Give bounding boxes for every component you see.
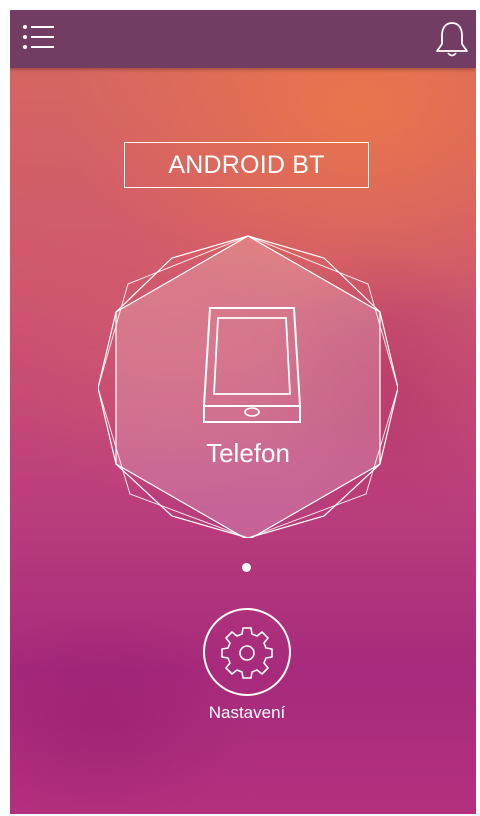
app-screen: ANDROID BT Telefon Nastavení [10, 10, 476, 814]
app-title: ANDROID BT [124, 142, 369, 188]
list-menu-icon [23, 25, 54, 49]
bell-icon [436, 22, 468, 57]
menu-button[interactable] [20, 21, 58, 57]
settings-button[interactable]: Nastavení [192, 608, 302, 728]
notifications-button[interactable] [434, 19, 470, 59]
top-app-bar [10, 10, 476, 68]
smartphone-icon [202, 307, 302, 423]
page-indicator-dot [242, 563, 251, 572]
gear-icon [203, 608, 291, 696]
device-label: Telefon [206, 438, 290, 468]
settings-label: Nastavení [208, 703, 286, 722]
device-tile-telefon[interactable]: Telefon [97, 232, 399, 541]
